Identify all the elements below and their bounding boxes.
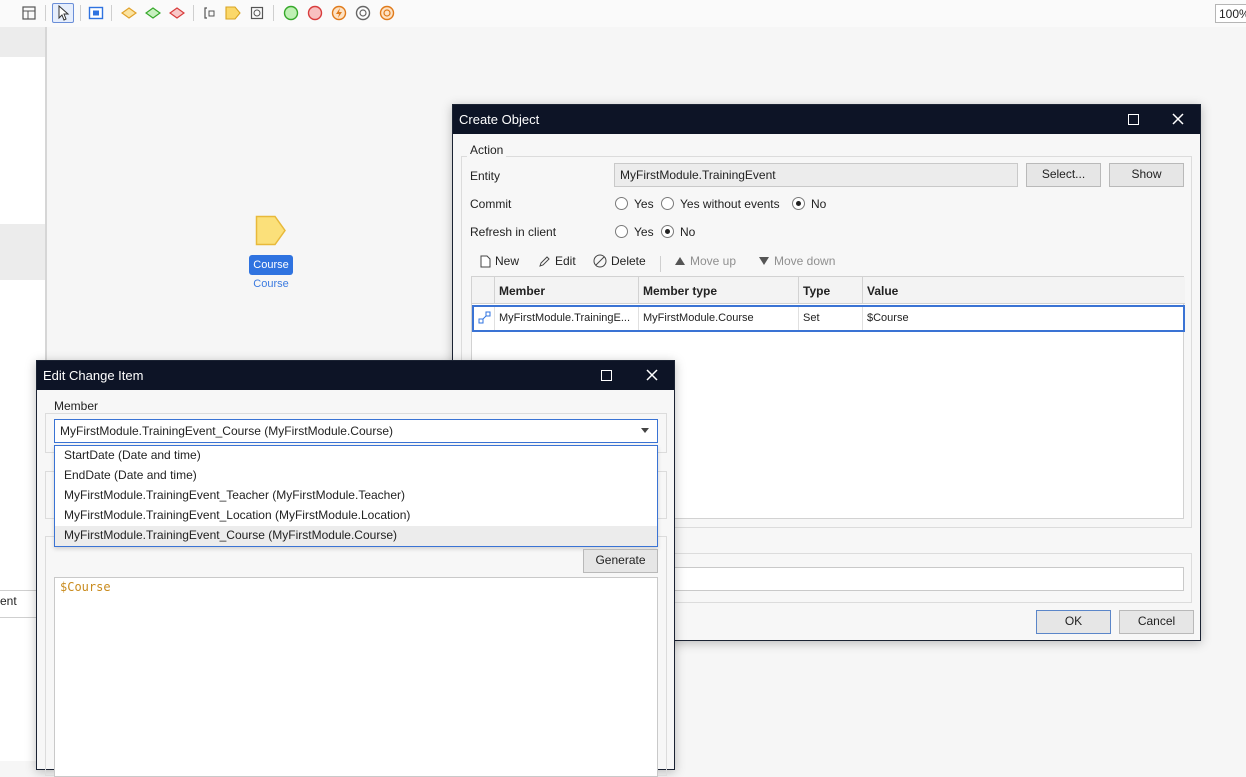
- dropdown-option[interactable]: MyFirstModule.TrainingEvent_Teacher (MyF…: [55, 486, 657, 506]
- commit-label: Commit: [470, 197, 512, 211]
- refresh-yes-radio[interactable]: [615, 225, 628, 238]
- refresh-label: Refresh in client: [470, 225, 557, 239]
- dialog-title: Create Object: [459, 112, 540, 127]
- pointer-icon[interactable]: [52, 3, 74, 23]
- move-up-button[interactable]: Move up: [674, 254, 736, 268]
- commit-no-radio[interactable]: [792, 197, 805, 210]
- new-label: New: [495, 254, 520, 268]
- merge-icon[interactable]: [142, 3, 164, 23]
- pencil-icon: [539, 255, 550, 267]
- activity-caption: Course: [253, 278, 289, 290]
- edit-button[interactable]: Edit: [538, 254, 576, 268]
- show-button[interactable]: Show: [1109, 163, 1184, 187]
- cell-type: Set: [799, 307, 863, 330]
- entity-label: Entity: [470, 169, 501, 183]
- cell-value: $Course: [867, 312, 909, 324]
- toolbar: 100%: [0, 0, 1246, 27]
- left-pane-item[interactable]: [0, 27, 45, 57]
- dialog-titlebar: Edit Change Item: [37, 361, 674, 390]
- new-document-icon: [480, 255, 491, 267]
- generate-button[interactable]: Generate: [583, 549, 658, 573]
- parameter-icon[interactable]: [222, 3, 244, 23]
- left-pane-item-selected[interactable]: [0, 224, 45, 280]
- group-legend: Action: [467, 143, 507, 157]
- continue-event-icon[interactable]: [352, 3, 374, 23]
- dropdown-option[interactable]: StartDate (Date and time): [55, 446, 657, 466]
- column-header-value[interactable]: Value: [863, 277, 1185, 304]
- dropdown-option[interactable]: EndDate (Date and time): [55, 466, 657, 486]
- activity-name-chip[interactable]: Course: [249, 255, 293, 275]
- decision-icon[interactable]: [118, 3, 140, 23]
- member-select[interactable]: MyFirstModule.TrainingEvent_Course (MyFi…: [54, 419, 658, 443]
- edit-change-item-dialog: Edit Change Item Member MyFirstModule.Tr…: [36, 360, 675, 777]
- commit-yes-label[interactable]: Yes: [634, 197, 654, 211]
- edit-label: Edit: [555, 254, 576, 268]
- member-dropdown-list[interactable]: StartDate (Date and time) EndDate (Date …: [54, 445, 658, 547]
- maximize-icon[interactable]: [1128, 114, 1139, 125]
- column-header-member[interactable]: Member: [495, 277, 639, 304]
- triangle-down-icon: [759, 257, 769, 265]
- commit-yes-without-events-label[interactable]: Yes without events: [680, 197, 780, 211]
- start-event-icon[interactable]: [280, 3, 302, 23]
- move-down-label: Move down: [774, 254, 836, 268]
- parameter-shape-icon[interactable]: [255, 215, 287, 247]
- microflow-call-icon[interactable]: [85, 3, 107, 23]
- commit-yes-without-events-radio[interactable]: [661, 197, 674, 210]
- move-down-button[interactable]: Move down: [758, 254, 835, 268]
- chevron-down-icon: [641, 428, 649, 433]
- break-event-icon[interactable]: [376, 3, 398, 23]
- object-type-decision-icon[interactable]: [166, 3, 188, 23]
- expression-text: $Course: [60, 580, 111, 594]
- triangle-up-icon: [675, 257, 685, 265]
- cell-member-type: MyFirstModule.Course: [639, 307, 799, 330]
- dropdown-option-highlighted[interactable]: MyFirstModule.TrainingEvent_Course (MyFi…: [55, 526, 657, 546]
- delete-button[interactable]: Delete: [593, 254, 646, 268]
- maximize-icon[interactable]: [601, 370, 612, 381]
- delete-label: Delete: [611, 254, 646, 268]
- entity-field[interactable]: MyFirstModule.TrainingEvent: [614, 163, 1018, 187]
- dialog-title: Edit Change Item: [43, 368, 144, 383]
- end-event-icon[interactable]: [304, 3, 326, 23]
- left-pane-label: ent: [0, 594, 17, 608]
- zoom-field[interactable]: 100%: [1215, 4, 1246, 23]
- object-name-field[interactable]: ingEvent: [614, 567, 1184, 591]
- column-header-type[interactable]: Type: [799, 277, 863, 304]
- refresh-yes-label[interactable]: Yes: [634, 225, 654, 239]
- move-up-label: Move up: [690, 254, 737, 268]
- expression-editor[interactable]: $Course: [54, 577, 658, 777]
- commit-yes-radio[interactable]: [615, 197, 628, 210]
- new-button[interactable]: New: [480, 254, 519, 268]
- column-header-member-type[interactable]: Member type: [639, 277, 799, 304]
- select-button[interactable]: Select...: [1026, 163, 1101, 187]
- delete-icon: [593, 254, 607, 268]
- close-icon[interactable]: [644, 367, 660, 383]
- association-icon: [474, 307, 495, 330]
- table-row[interactable]: MyFirstModule.TrainingE... MyFirstModule…: [472, 305, 1185, 332]
- layout-icon[interactable]: [18, 3, 40, 23]
- member-select-value: MyFirstModule.TrainingEvent_Course (MyFi…: [60, 424, 393, 438]
- refresh-no-radio[interactable]: [661, 225, 674, 238]
- cancel-button[interactable]: Cancel: [1119, 610, 1194, 634]
- dropdown-option[interactable]: MyFirstModule.TrainingEvent_Location (My…: [55, 506, 657, 526]
- close-icon[interactable]: [1170, 111, 1186, 127]
- error-event-icon[interactable]: [328, 3, 350, 23]
- refresh-no-label[interactable]: No: [680, 225, 695, 239]
- annotation-icon[interactable]: [199, 3, 221, 23]
- group-legend: Member: [51, 399, 102, 413]
- cell-member: MyFirstModule.TrainingE...: [495, 307, 639, 330]
- column-header-icon: [472, 277, 495, 304]
- loop-icon[interactable]: [246, 3, 268, 23]
- dialog-titlebar: Create Object: [453, 105, 1200, 134]
- commit-no-label[interactable]: No: [811, 197, 826, 211]
- ok-button[interactable]: OK: [1036, 610, 1111, 634]
